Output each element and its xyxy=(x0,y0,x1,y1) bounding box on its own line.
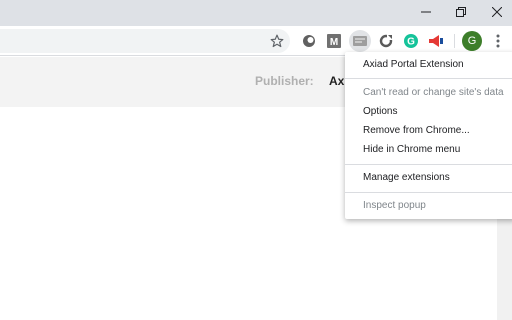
extension-m-icon: M xyxy=(327,34,341,48)
extension-context-menu: Axiad Portal Extension Can't read or cha… xyxy=(345,52,512,219)
publisher-label: Publisher: xyxy=(255,74,314,88)
extension-refresh-icon xyxy=(379,34,393,48)
svg-text:G: G xyxy=(407,37,415,48)
megaphone-icon xyxy=(429,35,443,47)
minimize-button[interactable] xyxy=(408,0,444,24)
extension-m-button[interactable]: M xyxy=(324,31,344,51)
menu-item-hide[interactable]: Hide in Chrome menu xyxy=(345,141,512,159)
menu-item-extension-title[interactable]: Axiad Portal Extension xyxy=(345,56,512,74)
grammarly-button[interactable]: G xyxy=(401,31,421,51)
profile-avatar[interactable]: G xyxy=(462,31,482,51)
window-titlebar xyxy=(0,0,512,26)
publisher-value: Ax xyxy=(329,74,345,88)
svg-text:M: M xyxy=(330,37,338,48)
menu-item-manage-extensions[interactable]: Manage extensions xyxy=(345,169,512,187)
menu-item-site-access: Can't read or change site's data xyxy=(363,87,504,98)
bookmark-star-button[interactable] xyxy=(267,31,287,51)
menu-separator xyxy=(345,192,512,193)
axiad-portal-extension-button[interactable] xyxy=(349,30,371,52)
menu-item-remove[interactable]: Remove from Chrome... xyxy=(345,122,512,140)
megaphone-button[interactable] xyxy=(426,31,446,51)
restore-icon xyxy=(456,7,466,17)
axiad-portal-extension-icon xyxy=(353,36,367,46)
minimize-icon xyxy=(421,11,431,13)
chrome-menu-button[interactable] xyxy=(488,31,508,51)
restore-button[interactable] xyxy=(443,0,479,24)
menu-separator xyxy=(345,78,512,79)
menu-separator xyxy=(345,164,512,165)
close-icon xyxy=(492,7,502,17)
avatar-letter: G xyxy=(467,35,477,47)
kebab-menu-icon xyxy=(496,34,500,48)
extension-circle-icon xyxy=(303,35,315,47)
menu-item-inspect-popup: Inspect popup xyxy=(363,200,426,211)
address-bar[interactable] xyxy=(0,29,290,53)
close-window-button[interactable] xyxy=(479,0,512,24)
extension-refresh-button[interactable] xyxy=(376,31,396,51)
bookmark-star-icon xyxy=(270,34,284,48)
extension-circle-button[interactable] xyxy=(299,31,319,51)
grammarly-icon: G xyxy=(404,34,418,48)
menu-item-options[interactable]: Options xyxy=(345,103,512,121)
toolbar-separator xyxy=(454,34,455,48)
